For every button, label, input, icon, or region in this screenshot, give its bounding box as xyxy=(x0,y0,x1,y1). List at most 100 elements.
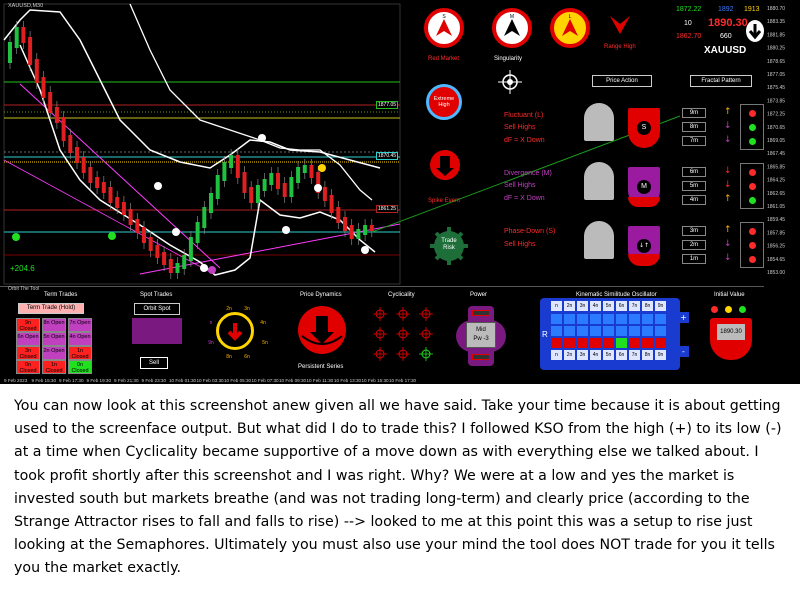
term-trade-tile[interactable]: 0n Closed xyxy=(68,360,92,374)
range-high-icon xyxy=(608,12,632,36)
candle-body xyxy=(168,259,173,273)
kso-cell xyxy=(577,338,588,348)
fractal-pattern-button[interactable]: Fractal Pattern xyxy=(690,75,752,87)
tf-8m-button[interactable]: 8m xyxy=(682,122,706,132)
candle-body xyxy=(175,263,180,273)
term-trade-tile[interactable]: 6n Open xyxy=(16,332,40,346)
price-tick: 1873.85 xyxy=(767,98,785,104)
candle-body xyxy=(182,255,187,269)
term-trade-tile[interactable]: 4n Open xyxy=(68,332,92,346)
term-trade-tile[interactable]: 5n Open xyxy=(42,332,66,346)
phase-sell-label: Sell Highs xyxy=(504,241,536,248)
term-trade-tile[interactable]: 0n Closed xyxy=(16,360,40,374)
kso-minus-button[interactable]: - xyxy=(678,346,689,357)
candle-body xyxy=(54,107,59,123)
fluct-sell-label: Sell Highs xyxy=(504,124,536,131)
sell-button[interactable]: Sell xyxy=(140,357,168,369)
candle-body xyxy=(282,183,287,197)
kso-plus-button[interactable]: + xyxy=(678,312,689,323)
kso-col-header: 8n xyxy=(642,301,653,311)
tombstone-l-icon xyxy=(584,103,614,141)
price-tick: 1865.85 xyxy=(767,164,785,170)
arrow-up-icon: ↑ xyxy=(724,194,732,204)
kso-cell xyxy=(564,338,575,348)
caption-text: You can now look at this screenshot anew… xyxy=(14,398,782,577)
candle-body xyxy=(363,225,368,235)
quote-bid-right: 1913 xyxy=(744,6,760,13)
tf-7m-button[interactable]: 7m xyxy=(682,136,706,146)
kso-cell xyxy=(642,338,653,348)
candle-body xyxy=(229,155,234,168)
kso-cell xyxy=(577,314,588,324)
price-axis-ticks: 1880.70 1883.35 1881.85 1880.25 1878.65 1877.… xyxy=(767,6,785,276)
signal-marker xyxy=(200,264,208,272)
price-tick: 1878.65 xyxy=(767,59,785,65)
orbit-label: n xyxy=(209,320,213,326)
term-trade-tile[interactable]: 2n Open xyxy=(42,346,66,360)
kso-cell xyxy=(655,314,666,324)
kso-cell xyxy=(551,338,562,348)
price-tick: 1856.25 xyxy=(767,244,785,250)
spot-indicator xyxy=(132,318,182,344)
candle-body xyxy=(21,27,26,43)
term-trade-tile[interactable]: 3n Closed xyxy=(16,346,40,360)
kso-cell xyxy=(655,326,666,336)
time-tick: 10 Feb 03:30 xyxy=(197,378,225,383)
time-tick: 10 Feb 05:30 xyxy=(224,378,252,383)
ring-m-label: M xyxy=(510,14,514,20)
term-trade-tile[interactable]: 9n Closed xyxy=(16,318,40,332)
logo-icon xyxy=(746,20,764,42)
kso-cell xyxy=(551,326,562,336)
quote-low-right: 660 xyxy=(720,33,732,40)
status-dot xyxy=(749,242,756,249)
price-tick: 1880.25 xyxy=(767,46,785,52)
kso-col-header: 7n xyxy=(629,301,640,311)
price-tick: 1881.85 xyxy=(767,32,785,38)
status-dot xyxy=(749,169,756,176)
candle-body xyxy=(209,193,213,213)
kso-cell xyxy=(590,314,601,324)
status-dot xyxy=(749,138,756,145)
term-trade-tile[interactable]: 1n Closed xyxy=(68,346,92,360)
candle-body xyxy=(309,165,314,178)
signal-marker xyxy=(12,233,20,241)
candle-body xyxy=(108,187,113,203)
term-trade-tile[interactable]: 7n Open xyxy=(68,318,92,332)
orbit-label: 8n xyxy=(226,354,232,360)
candle-body xyxy=(343,217,347,231)
power-pw-label: Pw -3 xyxy=(473,336,489,342)
orbit-spot-button[interactable]: Orbit Spot xyxy=(134,303,180,315)
symbol-title: XAUUSD,M30 xyxy=(8,3,44,9)
tf-2m-button[interactable]: 2m xyxy=(682,240,706,250)
candle-body xyxy=(28,37,33,65)
tf-3m-button[interactable]: 3m xyxy=(682,226,706,236)
candle-body xyxy=(296,167,301,183)
price-action-button[interactable]: Price Action xyxy=(592,75,652,87)
status-dot xyxy=(749,124,756,131)
low-marker xyxy=(208,266,216,274)
power-title: Power xyxy=(470,292,488,298)
tf-4m-button[interactable]: 4m xyxy=(682,195,706,205)
status-dot xyxy=(749,110,756,117)
cyclicality-title: Cyclicality xyxy=(388,292,415,298)
trading-terminal-screenshot: 1880.70 1883.35 1881.85 1880.25 1878.65 1877.… xyxy=(0,0,800,384)
term-trade-tile[interactable]: 1n Closed xyxy=(42,360,66,374)
tf-6m-button[interactable]: 6m xyxy=(682,167,706,177)
tf-1m-button[interactable]: 1m xyxy=(682,254,706,264)
candle-body xyxy=(8,42,12,63)
arrow-down-icon: ↓ xyxy=(724,253,732,263)
window-caption: Orbit The Tool xyxy=(8,286,40,292)
candle-body xyxy=(162,252,167,265)
tf-5m-button[interactable]: 5m xyxy=(682,181,706,191)
time-tick: 10 Feb 17:30 xyxy=(389,378,417,383)
shield-l-icon: ↓↑ xyxy=(628,226,660,266)
singularity-label: Singularity xyxy=(494,56,523,62)
term-trade-tile[interactable]: 8n Open xyxy=(42,318,66,332)
term-trade-hold-button[interactable]: Term Trade (Hold) xyxy=(18,303,84,314)
red-market-label: Red Market xyxy=(428,56,460,62)
arrow-up-icon: ↑ xyxy=(724,107,732,117)
candle-body xyxy=(81,157,86,173)
kso-cell xyxy=(577,326,588,336)
tf-9m-button[interactable]: 9m xyxy=(682,108,706,118)
fluct-df-label: dF = X Down xyxy=(504,137,545,144)
